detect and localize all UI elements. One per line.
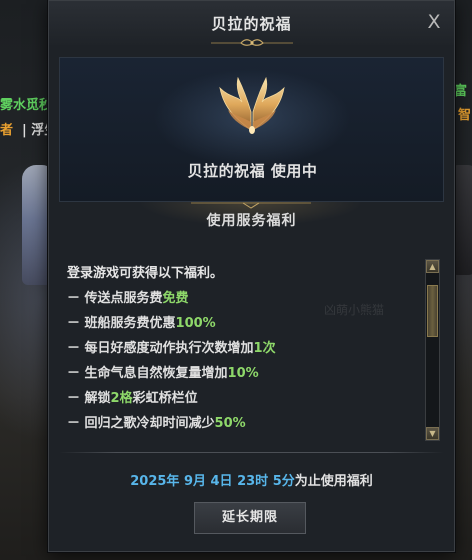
dialog-title: 贝拉的祝福 — [211, 15, 292, 33]
scroll-up-arrow-icon[interactable]: ▲ — [426, 260, 439, 273]
world-player-name: 雾水觅秒 — [0, 98, 53, 113]
expiry-date: 2025年 9月 4日 23时 5分 — [130, 474, 295, 489]
benefits-intro: 登录游戏可获得以下福利。 — [67, 266, 224, 281]
benefits-list: 凶萌小熊猫 登录游戏可获得以下福利。 － 传送点服务费免费 － 班船服务费优惠1… — [59, 256, 421, 441]
benefits-scrollbar[interactable]: ▲ ▼ — [425, 259, 440, 441]
title-ornament-icon — [211, 39, 293, 46]
close-button[interactable]: X — [423, 11, 445, 33]
section-header: 使用服务福利 — [59, 202, 444, 238]
world-player-name-right: 富 — [454, 84, 468, 99]
angel-wings-icon — [219, 76, 285, 134]
blessing-dialog: 贝拉的祝福 X 贝拉的祝福 使用中 使用服务福利 凶萌小熊猫 登录游戏可获得以下… — [48, 0, 455, 552]
blessing-status: 贝拉的祝福 使用中 — [187, 162, 318, 180]
expiry-suffix: 为止使用福利 — [294, 474, 373, 489]
watermark-text: 凶萌小熊猫 — [324, 303, 385, 317]
benefit-item: － 解锁2格彩虹桥栏位 — [67, 391, 198, 406]
scroll-down-arrow-icon[interactable]: ▼ — [426, 427, 439, 440]
blessing-banner: 贝拉的祝福 使用中 — [59, 57, 444, 202]
dialog-titlebar: 贝拉的祝福 X — [49, 1, 454, 46]
divider — [59, 452, 444, 453]
section-title: 使用服务福利 — [206, 213, 297, 229]
extend-period-button[interactable]: 延长期限 — [194, 502, 306, 534]
world-player-title: 者 — [0, 123, 14, 138]
benefit-item: － 回归之歌冷却时间减少50% — [67, 416, 246, 431]
expiry-text: 2025年 9月 4日 23时 5分为止使用福利 — [49, 470, 454, 489]
world-player-title-right: 智 — [458, 108, 472, 123]
benefit-item: － 每日好感度动作执行次数增加1次 — [67, 341, 276, 356]
section-ornament-icon — [191, 202, 311, 209]
scroll-thumb[interactable] — [427, 285, 438, 337]
benefit-item: － 生命气息自然恢复量增加10% — [67, 366, 259, 381]
